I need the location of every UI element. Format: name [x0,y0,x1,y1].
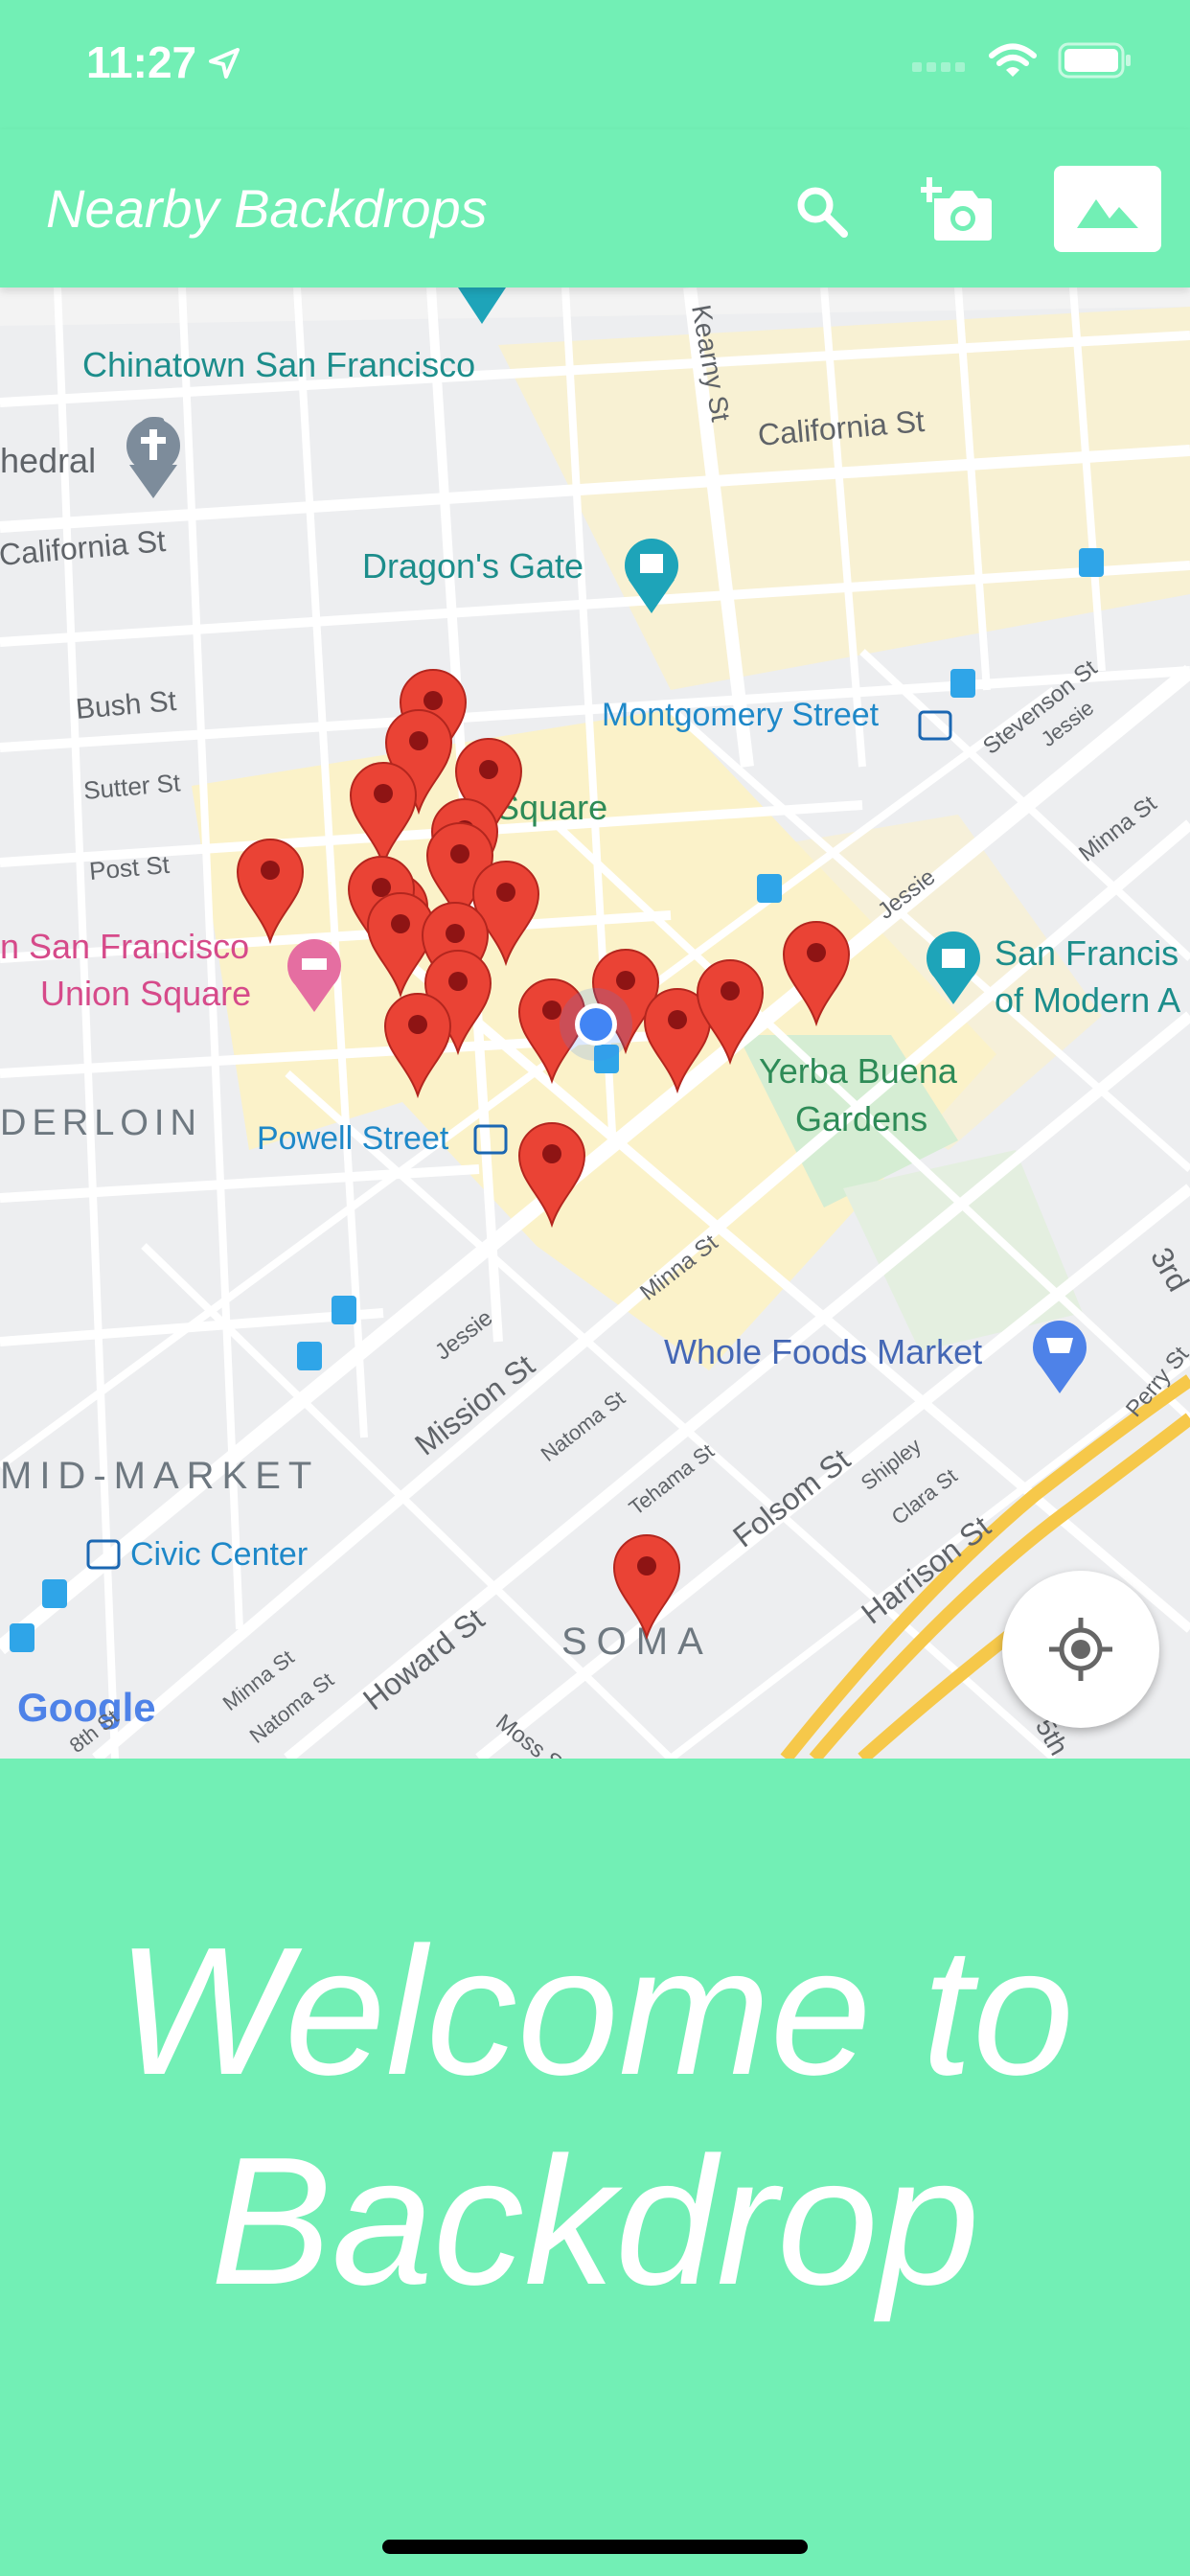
tenderloin-label: DERLOIN [0,1103,202,1143]
powell-label: Powell Street [257,1120,449,1157]
location-arrow-icon [209,48,240,79]
home-indicator [382,2540,808,2554]
whole-foods-label: Whole Foods Market [664,1332,982,1371]
street-label: Sutter St [82,768,182,805]
street-label: Harrison St [855,1509,996,1631]
montgomery-label: Montgomery Street [602,697,880,733]
navigation-bar: Nearby Backdrops [0,129,1190,288]
map-view[interactable]: Chinatown San Francisco hedral Dragon's … [0,288,1190,1759]
shopping-pin-icon [1033,1321,1087,1393]
street-label: Post St [88,850,172,886]
cathedral-label: hedral [0,441,96,480]
nav-title: Nearby Backdrops [46,178,488,239]
my-location-icon [1049,1618,1112,1681]
street-label: Howard St [356,1601,491,1716]
my-location-button[interactable] [1002,1571,1159,1728]
street-label: Jessie [430,1305,497,1366]
status-bar: 11:27 [0,0,1190,129]
museum-label-line1: San Francis [995,933,1179,973]
church-icon [126,417,180,498]
street-label: Folsom St [726,1441,857,1553]
search-icon [797,187,848,238]
signal-icon [912,62,965,72]
street-label: Natoma St [537,1386,629,1466]
gallery-button[interactable] [1054,166,1161,252]
museum-label-line2: of Modern A [995,980,1180,1020]
add-photo-icon [921,177,992,241]
chinatown-label: Chinatown San Francisco [82,345,475,384]
hotel-label-line1: n San Francisco [0,927,249,966]
yerba-label-line1: Yerba Buena [759,1051,958,1091]
gallery-icon [1077,199,1138,228]
yerba-label-line2: Gardens [795,1099,927,1138]
street-label: Tehama St [625,1438,719,1519]
status-time: 11:27 [86,37,197,87]
civic-center-label: Civic Center [130,1536,308,1573]
street-label: 3rd [1144,1242,1190,1298]
soma-label: SOMA [561,1621,713,1663]
user-location-dot [560,988,632,1061]
street-label: Mission St [408,1347,541,1461]
battery-icon [1058,42,1131,79]
wifi-icon [989,43,1037,77]
welcome-message: Welcome to Backdrop [0,1907,1190,2326]
welcome-line-1: Welcome to [116,1910,1074,2113]
search-button[interactable] [768,158,874,264]
map-canvas[interactable]: Chinatown San Francisco hedral Dragon's … [0,288,1190,1759]
welcome-line-2: Backdrop [210,2119,980,2323]
add-photo-button[interactable] [905,158,1011,264]
hotel-label-line2: Union Square [40,974,251,1013]
street-label: Bush St [75,685,178,725]
dragons-gate-label: Dragon's Gate [362,546,584,586]
mid-market-label: MID-MARKET [0,1455,319,1497]
